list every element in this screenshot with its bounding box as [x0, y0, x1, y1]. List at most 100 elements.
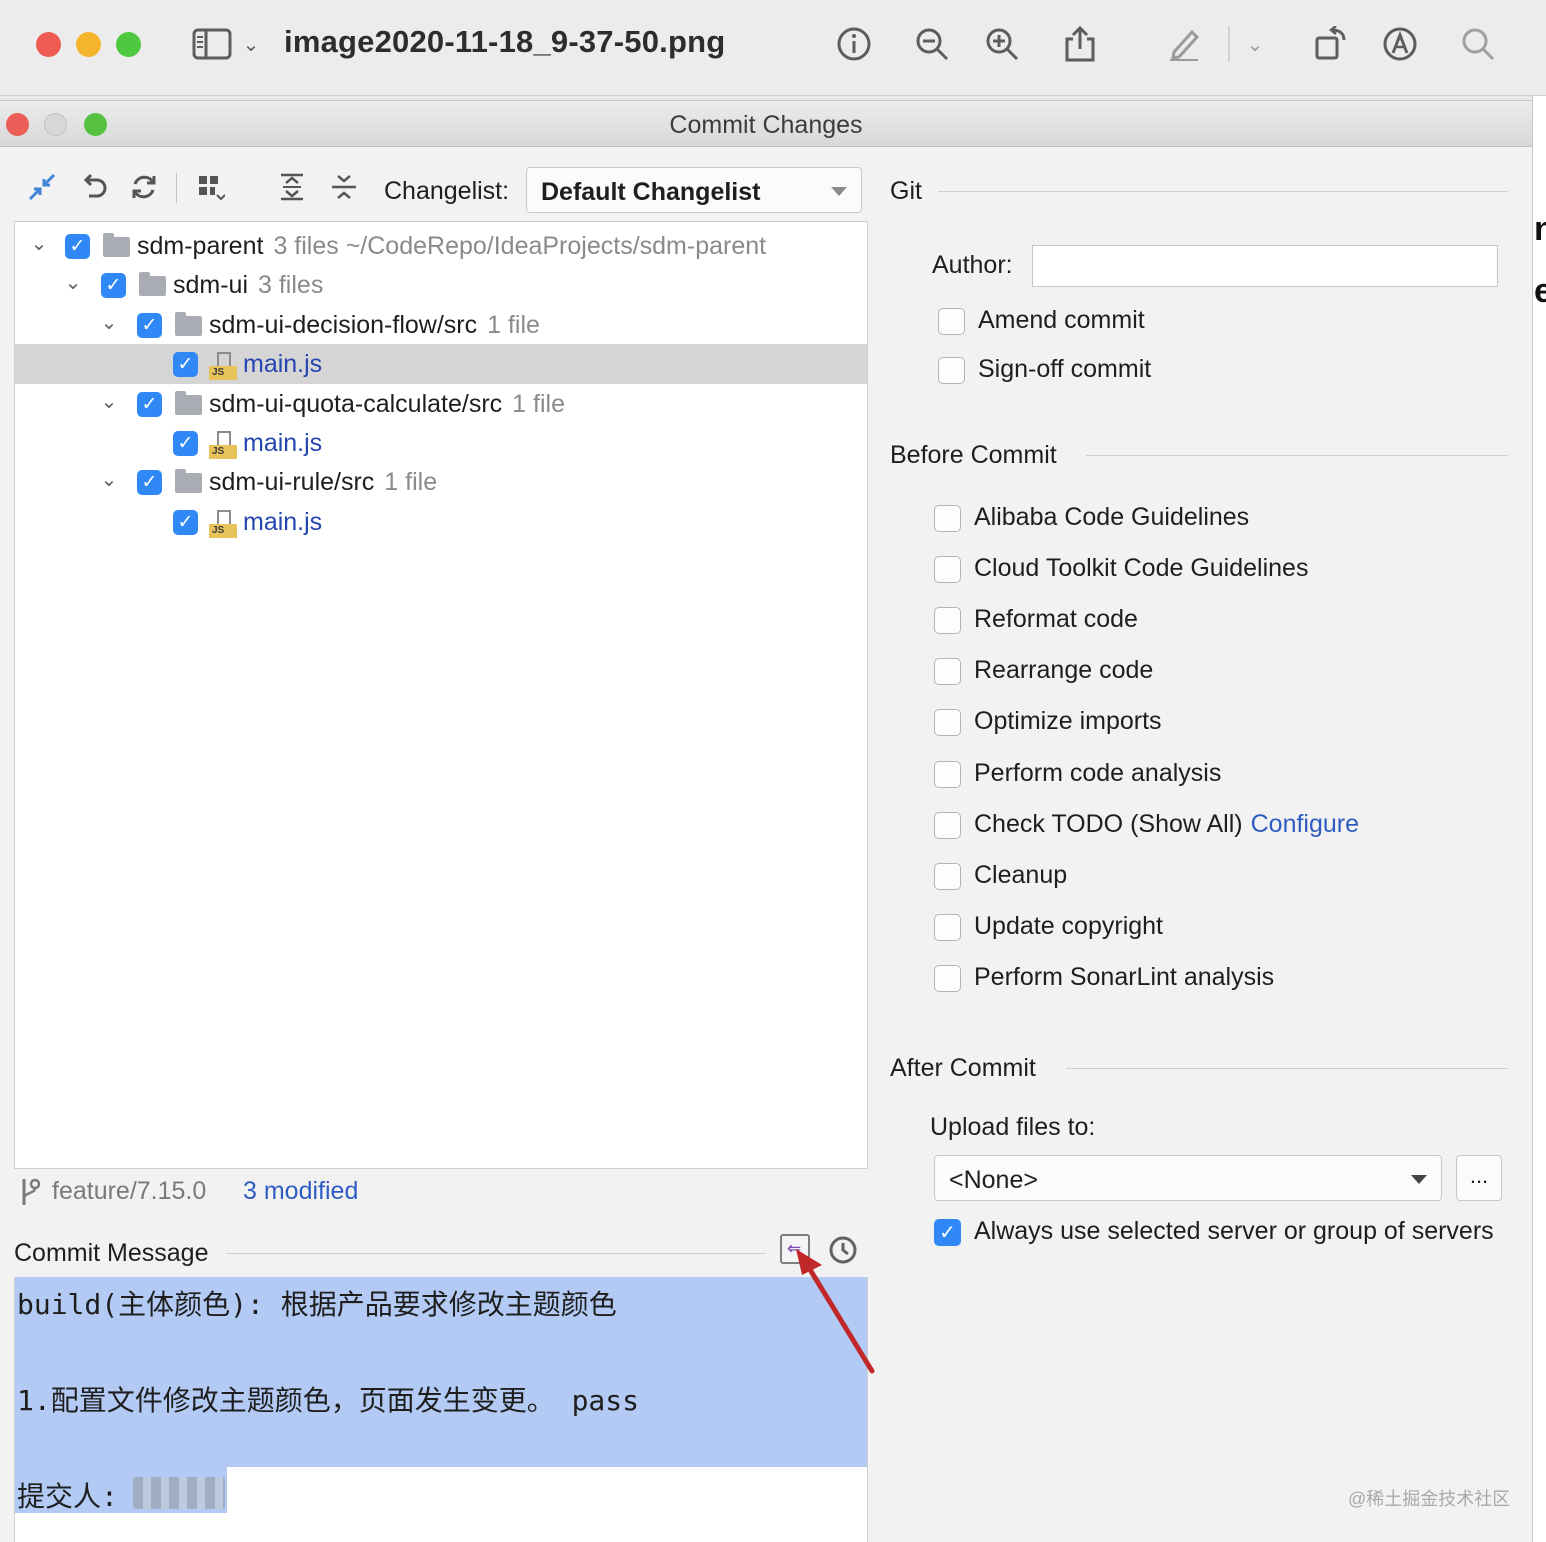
option-checkbox-perform-sonarlint-analysis[interactable]: Perform SonarLint analysis: [934, 963, 1494, 997]
share-icon[interactable]: [1058, 22, 1102, 66]
preview-filename: image2020-11-18_9-37-50.png: [284, 24, 726, 59]
info-icon[interactable]: [832, 22, 876, 66]
checkbox-unchecked-icon[interactable]: [938, 308, 965, 335]
changes-tree[interactable]: ⌄ ✓ sdm-parent 3 files ~/CodeRepo/IdeaProje…: [14, 221, 868, 1169]
checkbox-unchecked-icon[interactable]: [934, 913, 961, 941]
tree-folder-row[interactable]: ⌄ ✓ sdm-ui-rule/src 1 file: [15, 462, 867, 502]
chevron-down-icon: [1411, 1175, 1427, 1184]
collapse-all-icon[interactable]: [326, 169, 362, 205]
include-checkbox[interactable]: ✓: [137, 470, 162, 496]
browse-servers-button[interactable]: ...: [1456, 1155, 1502, 1201]
annotate-icon[interactable]: [1378, 22, 1422, 66]
checkbox-unchecked-icon[interactable]: [934, 709, 961, 737]
checkbox-unchecked-icon[interactable]: [934, 607, 961, 635]
include-checkbox[interactable]: ✓: [173, 431, 198, 456]
tree-item-meta: 1 file: [512, 389, 565, 418]
expand-all-icon[interactable]: [274, 169, 310, 205]
tree-folder-row[interactable]: ⌄ ✓ sdm-ui 3 files: [15, 265, 867, 305]
section-divider: [1086, 455, 1508, 456]
chevron-down-icon[interactable]: ⌄: [238, 22, 264, 66]
search-icon[interactable]: [1456, 22, 1500, 66]
close-window-button[interactable]: [36, 32, 61, 57]
tree-folder-row[interactable]: ⌄ ✓ sdm-ui-decision-flow/src 1 file: [15, 305, 867, 345]
zoom-window-button[interactable]: [116, 32, 141, 57]
option-label-text: Optimize imports: [974, 707, 1162, 736]
tree-file-row[interactable]: ✓ JS main.js: [15, 423, 867, 463]
show-diff-icon[interactable]: [24, 169, 60, 205]
include-checkbox[interactable]: ✓: [173, 352, 198, 378]
changelist-select[interactable]: Default Changelist: [526, 167, 862, 213]
after-commit-section-title: After Commit: [890, 1054, 1036, 1082]
include-checkbox[interactable]: ✓: [65, 234, 90, 259]
option-checkbox-check-todo-show-all[interactable]: Check TODO (Show All) Configure: [934, 810, 1494, 844]
minimize-window-button[interactable]: [76, 32, 101, 57]
dialog-title: Commit Changes: [669, 111, 863, 139]
commit-message-line: 1.配置文件修改主题颜色，页面发生变更。 pass: [17, 1384, 640, 1417]
rotate-icon[interactable]: [1308, 22, 1352, 66]
sidebar-icon[interactable]: [190, 22, 234, 66]
refresh-icon[interactable]: [126, 169, 162, 205]
option-checkbox-reformat-code[interactable]: Reformat code: [934, 605, 1494, 639]
checkbox-unchecked-icon[interactable]: [934, 505, 961, 532]
option-checkbox-rearrange-code[interactable]: Rearrange code: [934, 656, 1494, 690]
option-checkbox-alibaba-code-guidelines[interactable]: Alibaba Code Guidelines: [934, 503, 1494, 537]
background-window-text: e: [1534, 272, 1546, 310]
commit-message-editor[interactable]: build(主体颜色): 根据产品要求修改主题颜色 1.配置文件修改主题颜色，页…: [14, 1277, 868, 1542]
changelist-label: Changelist:: [384, 177, 510, 205]
zoom-out-icon[interactable]: [910, 22, 954, 66]
option-label-text: Reformat code: [974, 605, 1138, 634]
always-use-server-checkbox[interactable]: ✓ Always use selected server or group of…: [934, 1217, 1514, 1251]
option-label: Perform code analysis: [974, 759, 1221, 788]
tree-folder-row[interactable]: ⌄ ✓ sdm-parent 3 files ~/CodeRepo/IdeaProje…: [15, 226, 867, 266]
js-file-icon: JS: [209, 509, 237, 538]
option-label: Rearrange code: [974, 656, 1153, 685]
option-checkbox-perform-code-analysis[interactable]: Perform code analysis: [934, 759, 1494, 793]
checkbox-checked-icon[interactable]: ✓: [934, 1219, 961, 1246]
tree-item-label: main.js: [243, 429, 322, 458]
branch-name: feature/7.15.0: [52, 1177, 207, 1205]
checkbox-unchecked-icon[interactable]: [934, 658, 961, 686]
option-label-text: Perform code analysis: [974, 758, 1222, 787]
tree-file-row[interactable]: ✓ JS main.js: [15, 502, 867, 542]
markup-pen-icon[interactable]: [1162, 22, 1206, 66]
checkbox-unchecked-icon[interactable]: [934, 964, 961, 992]
option-label: Perform SonarLint analysis: [974, 963, 1274, 992]
configure-link[interactable]: Configure: [1251, 810, 1359, 838]
option-checkbox-sign-off-commit[interactable]: Sign-off commit: [938, 355, 1498, 389]
author-label: Author:: [932, 251, 1013, 279]
zoom-in-icon[interactable]: [980, 22, 1024, 66]
option-checkbox-optimize-imports[interactable]: Optimize imports: [934, 707, 1494, 741]
checkbox-unchecked-icon[interactable]: [934, 760, 961, 788]
tree-folder-row[interactable]: ⌄ ✓ sdm-ui-quota-calculate/src 1 file: [15, 384, 867, 424]
tree-item-label: sdm-ui-decision-flow/src 1 file: [209, 311, 540, 340]
chevron-down-icon[interactable]: ⌄: [27, 232, 51, 256]
include-checkbox[interactable]: ✓: [137, 391, 162, 417]
upload-files-label: Upload files to:: [930, 1113, 1096, 1141]
chevron-down-icon[interactable]: ⌄: [97, 311, 121, 335]
group-by-icon[interactable]: [192, 169, 228, 205]
modified-count-link[interactable]: 3 modified: [243, 1177, 358, 1206]
checkbox-unchecked-icon[interactable]: [938, 357, 965, 384]
checkbox-unchecked-icon[interactable]: [934, 556, 961, 584]
include-checkbox[interactable]: ✓: [137, 312, 162, 338]
chevron-down-icon[interactable]: ⌄: [1242, 22, 1268, 66]
option-checkbox-update-copyright[interactable]: Update copyright: [934, 912, 1494, 946]
upload-server-select[interactable]: <None>: [934, 1155, 1442, 1201]
dialog-titlebar: Commit Changes: [0, 101, 1532, 147]
tree-file-row[interactable]: ✓ JS main.js: [15, 344, 867, 385]
option-checkbox-cleanup[interactable]: Cleanup: [934, 861, 1494, 895]
tree-item-meta: 3 files: [258, 271, 324, 300]
option-checkbox-amend-commit[interactable]: Amend commit: [938, 306, 1498, 340]
checkbox-unchecked-icon[interactable]: [934, 862, 961, 890]
include-checkbox[interactable]: ✓: [173, 509, 198, 535]
author-input[interactable]: [1032, 245, 1498, 287]
rollback-icon[interactable]: [76, 169, 112, 205]
js-file-icon: JS: [209, 431, 237, 459]
checkbox-unchecked-icon[interactable]: [934, 811, 961, 839]
chevron-down-icon[interactable]: ⌄: [61, 271, 85, 295]
chevron-down-icon[interactable]: ⌄: [97, 468, 121, 492]
include-checkbox[interactable]: ✓: [101, 273, 126, 299]
option-label: Check TODO (Show All) Configure: [974, 810, 1359, 839]
option-checkbox-cloud-toolkit-code-guidelines[interactable]: Cloud Toolkit Code Guidelines: [934, 554, 1494, 588]
chevron-down-icon[interactable]: ⌄: [97, 390, 121, 414]
